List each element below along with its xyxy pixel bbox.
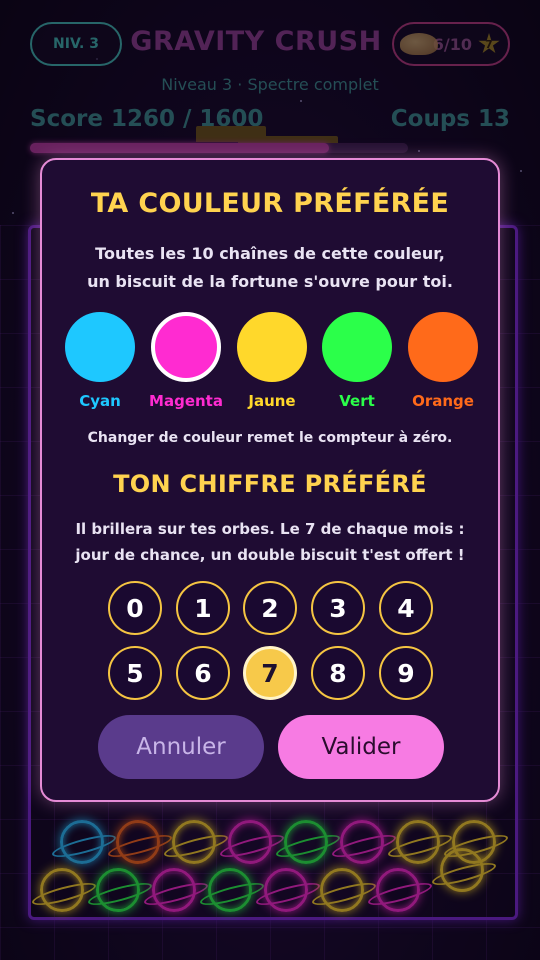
digit-button-7[interactable]: 7 bbox=[243, 646, 297, 700]
color-label: Cyan bbox=[79, 392, 121, 410]
color-reset-note: Changer de couleur remet le compteur à z… bbox=[87, 430, 453, 446]
number-section-title: TON CHIFFRE PRÉFÉRÉ bbox=[113, 470, 427, 498]
number-description-line1: Il brillera sur tes orbes. Le 7 de chaqu… bbox=[75, 520, 465, 538]
digit-button-9[interactable]: 9 bbox=[379, 646, 433, 700]
color-swatch[interactable] bbox=[322, 312, 392, 382]
favorites-dialog: TA COULEUR PRÉFÉRÉE Toutes les 10 chaîne… bbox=[40, 158, 500, 802]
color-label: Jaune bbox=[248, 392, 296, 410]
color-swatch[interactable] bbox=[237, 312, 307, 382]
color-label: Magenta bbox=[149, 392, 223, 410]
digit-button-3[interactable]: 3 bbox=[311, 581, 365, 635]
digit-button-5[interactable]: 5 bbox=[108, 646, 162, 700]
cancel-button[interactable]: Annuler bbox=[98, 715, 264, 779]
color-swatch[interactable] bbox=[408, 312, 478, 382]
digit-button-4[interactable]: 4 bbox=[379, 581, 433, 635]
digit-button-2[interactable]: 2 bbox=[243, 581, 297, 635]
digit-button-0[interactable]: 0 bbox=[108, 581, 162, 635]
color-option-vert[interactable]: Vert bbox=[317, 312, 397, 410]
color-label: Orange bbox=[412, 392, 474, 410]
color-label: Vert bbox=[339, 392, 375, 410]
color-swatch[interactable] bbox=[65, 312, 135, 382]
color-picker: Cyan Magenta Jaune Vert Orange bbox=[42, 312, 498, 412]
digit-button-8[interactable]: 8 bbox=[311, 646, 365, 700]
digit-button-1[interactable]: 1 bbox=[176, 581, 230, 635]
number-description-line2: jour de chance, un double biscuit t'est … bbox=[75, 546, 465, 564]
color-option-orange[interactable]: Orange bbox=[403, 312, 483, 410]
digit-button-6[interactable]: 6 bbox=[176, 646, 230, 700]
confirm-button[interactable]: Valider bbox=[278, 715, 444, 779]
color-swatch[interactable] bbox=[151, 312, 221, 382]
color-option-magenta[interactable]: Magenta bbox=[146, 312, 226, 410]
color-section-title: TA COULEUR PRÉFÉRÉE bbox=[90, 188, 450, 219]
color-description-line1: Toutes les 10 chaînes de cette couleur, bbox=[95, 244, 445, 263]
color-description-line2: un biscuit de la fortune s'ouvre pour to… bbox=[87, 272, 453, 291]
color-option-jaune[interactable]: Jaune bbox=[232, 312, 312, 410]
color-option-cyan[interactable]: Cyan bbox=[60, 312, 140, 410]
